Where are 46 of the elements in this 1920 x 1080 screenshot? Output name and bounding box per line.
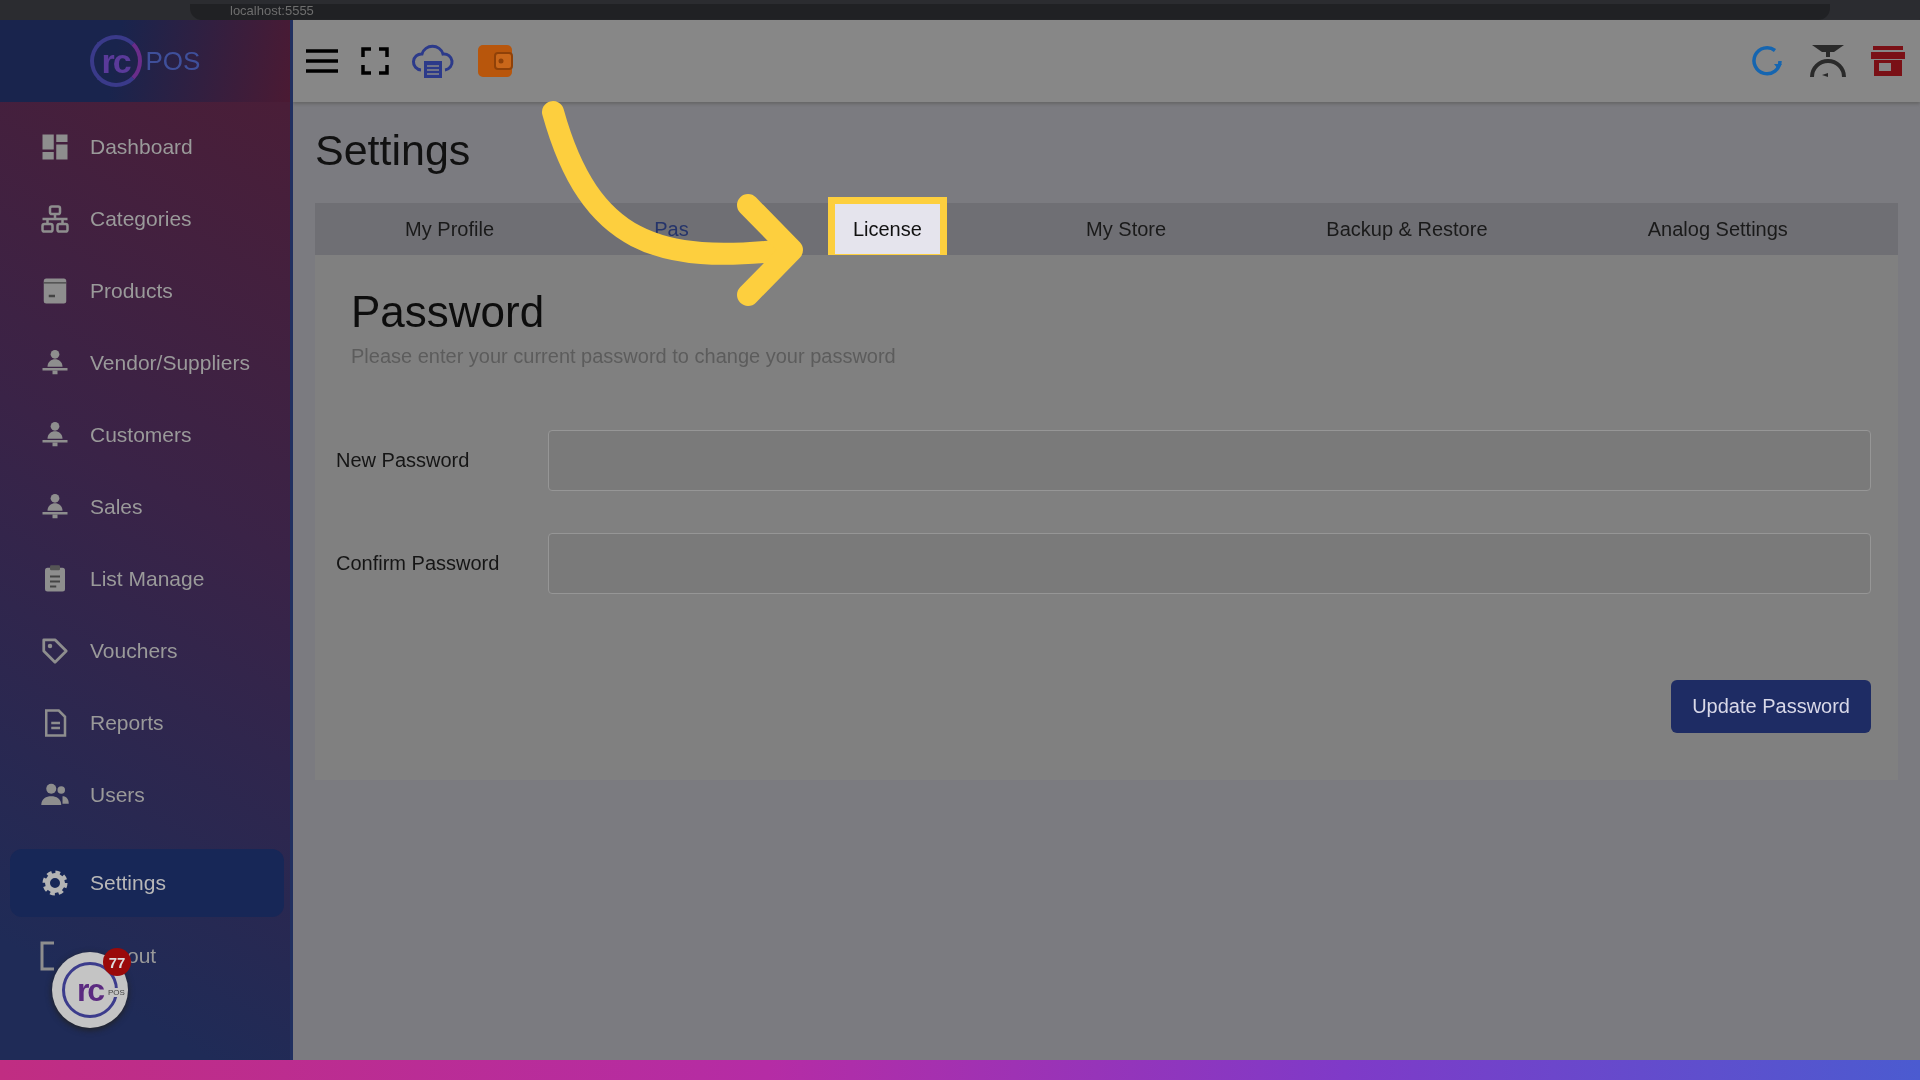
tab[interactable]: Backup & Restore [1312,218,1502,240]
sidebar-item[interactable]: Users [0,759,290,831]
sidebar-item[interactable]: Vendor/Suppliers [0,327,290,399]
door-icon [40,941,54,971]
logo: rc POS [0,20,290,102]
cloud-printer-icon[interactable] [411,42,455,80]
tab[interactable]: Analog Settings [1633,218,1802,240]
wallet-icon[interactable] [477,44,513,78]
item-label: Sales [90,495,143,519]
scale-icon[interactable] [1808,43,1848,79]
tab[interactable]: My Store [1072,218,1181,240]
tab[interactable]: My Profile [391,218,508,240]
sidebar-item[interactable]: Dashboard [0,111,290,183]
sidebar-item[interactable]: Reports [0,687,290,759]
password-field[interactable] [548,533,1871,594]
item-label: Customers [90,423,192,447]
field-label: New Password [336,449,471,472]
dashboard-icon [40,132,70,162]
store-icon[interactable] [1870,45,1906,77]
sidebar-item[interactable]: Products [0,255,290,327]
update-button[interactable]: Update Password [1671,680,1871,733]
sidebar-item[interactable]: Vouchers [0,615,290,687]
sidebar-item[interactable]: Customers [0,399,290,471]
menu-icon[interactable] [305,48,339,74]
sidebar-item[interactable]: List Manage [0,543,290,615]
item-label: Reports [90,711,164,735]
item-label: Settings [90,871,166,895]
panel-title: Password [351,287,546,337]
address-bar[interactable]: localhost:5555 [190,4,1830,20]
item-label: Users [90,783,145,807]
item-label: Products [90,279,173,303]
sidebar-item[interactable]: Settings [10,849,284,917]
item-label: Vouchers [90,639,178,663]
item-label: Dashboard [90,135,193,159]
item-label: List Manage [90,567,205,591]
sidebar-item[interactable]: Categories [0,183,290,255]
item-label: Categories [90,207,192,231]
settings-icon [40,868,70,898]
sidebar-item[interactable]: Sales [0,471,290,543]
password-field[interactable] [548,430,1871,491]
fullscreen-icon[interactable] [361,47,389,75]
item-label: Vendor/Suppliers [90,351,250,375]
field-label: Confirm Password [336,552,501,575]
network-icon [40,204,70,234]
tag-icon [40,636,70,666]
page-title: Settings [315,126,472,176]
